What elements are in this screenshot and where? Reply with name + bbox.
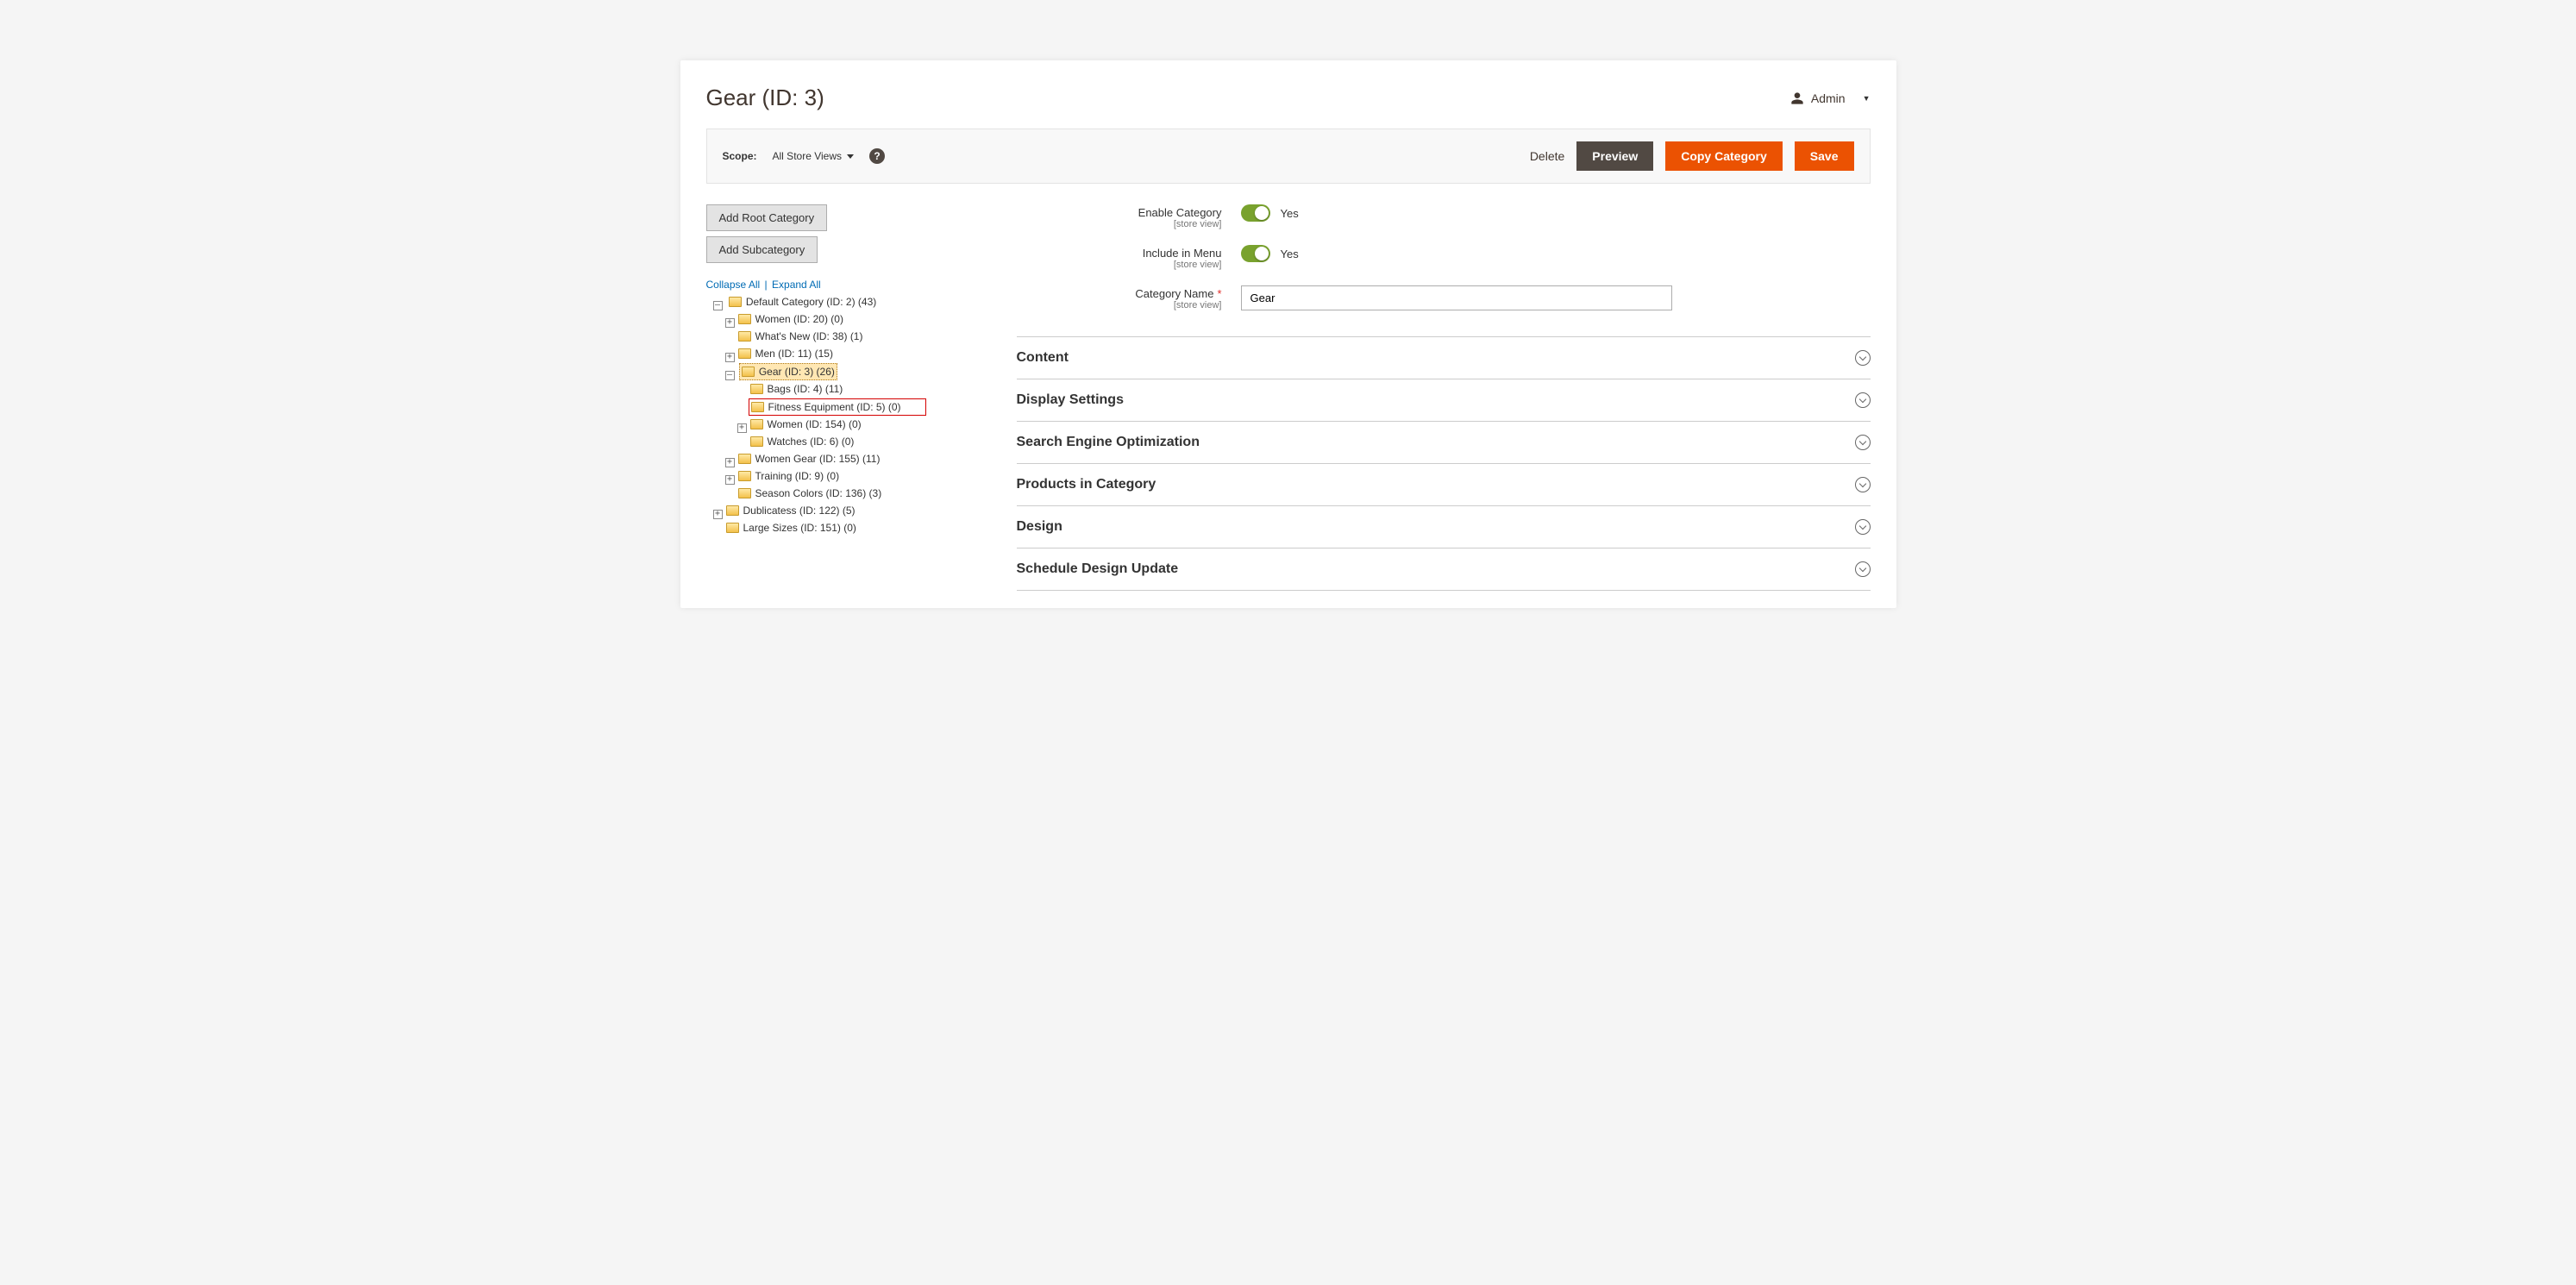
folder-icon	[738, 348, 751, 359]
main: Enable Category [store view] Yes Include…	[1017, 204, 1871, 591]
folder-icon	[750, 419, 763, 429]
folder-icon	[738, 488, 751, 498]
enable-category-row: Enable Category [store view] Yes	[1017, 204, 1871, 229]
chevron-down-icon	[1855, 477, 1871, 492]
chevron-down-icon	[1855, 561, 1871, 577]
store-view-note: [store view]	[1017, 219, 1222, 229]
enable-category-label: Enable Category	[1138, 206, 1222, 219]
tree-node-season-colors[interactable]: Season Colors (ID: 136) (3)	[736, 486, 884, 501]
enable-category-toggle[interactable]	[1241, 204, 1270, 222]
content: Add Root Category Add Subcategory Collap…	[680, 184, 1896, 591]
folder-icon	[726, 505, 739, 516]
folder-icon	[738, 331, 751, 342]
include-in-menu-label: Include in Menu	[1143, 247, 1222, 260]
expand-all-link[interactable]: Expand All	[772, 279, 821, 291]
fieldset-display-settings[interactable]: Display Settings	[1017, 379, 1871, 421]
tree-node-default-category[interactable]: Default Category (ID: 2) (43)	[727, 294, 878, 310]
folder-icon	[738, 471, 751, 481]
page-wrapper: Gear (ID: 3) Admin ▼ Scope: All Store Vi…	[680, 60, 1896, 608]
tree-toggle[interactable]: +	[713, 510, 723, 519]
page-header: Gear (ID: 3) Admin ▼	[680, 60, 1896, 128]
include-in-menu-toggle[interactable]	[1241, 245, 1270, 262]
fieldset-products-in-category[interactable]: Products in Category	[1017, 463, 1871, 505]
chevron-down-icon	[1855, 350, 1871, 366]
fieldset-content[interactable]: Content	[1017, 336, 1871, 379]
tree-node-bags[interactable]: Bags (ID: 4) (11)	[749, 381, 845, 397]
admin-user-label: Admin	[1811, 91, 1846, 105]
tree-node-dublicatess[interactable]: Dublicatess (ID: 122) (5)	[724, 503, 857, 518]
include-in-menu-row: Include in Menu [store view] Yes	[1017, 245, 1871, 270]
tree-node-women-sub[interactable]: Women (ID: 154) (0)	[749, 417, 863, 432]
folder-icon	[729, 297, 742, 307]
caret-down-icon: ▼	[1863, 94, 1871, 103]
chevron-down-icon	[1855, 435, 1871, 450]
store-view-note: [store view]	[1017, 300, 1222, 310]
tree-node-whats-new[interactable]: What's New (ID: 38) (1)	[736, 329, 865, 344]
chevron-down-icon	[1855, 519, 1871, 535]
fieldsets: Content Display Settings Search Engine O…	[1017, 336, 1871, 591]
folder-icon	[751, 402, 764, 412]
copy-category-button[interactable]: Copy Category	[1665, 141, 1783, 171]
collapse-all-link[interactable]: Collapse All	[706, 279, 761, 291]
add-subcategory-button[interactable]: Add Subcategory	[706, 236, 818, 263]
tree-toggle[interactable]: +	[737, 423, 747, 433]
scope-label: Scope:	[723, 150, 757, 162]
folder-icon	[750, 436, 763, 447]
toolbar: Scope: All Store Views ? Delete Preview …	[706, 128, 1871, 184]
tree-toggle[interactable]: +	[725, 475, 735, 485]
delete-button[interactable]: Delete	[1530, 149, 1564, 163]
toolbar-right: Delete Preview Copy Category Save	[1530, 141, 1854, 171]
category-name-input[interactable]	[1241, 285, 1672, 310]
tree-node-fitness-equipment[interactable]: Fitness Equipment (ID: 5) (0)	[749, 398, 926, 416]
tree-node-large-sizes[interactable]: Large Sizes (ID: 151) (0)	[724, 520, 858, 536]
tree-node-women-gear[interactable]: Women Gear (ID: 155) (11)	[736, 451, 882, 467]
folder-icon	[738, 314, 751, 324]
tree-toggle[interactable]: +	[725, 353, 735, 362]
separator: |	[765, 279, 768, 291]
user-icon	[1790, 91, 1804, 105]
tree-toggle[interactable]: +	[725, 318, 735, 328]
tree-node-gear[interactable]: Gear (ID: 3) (26)	[739, 363, 837, 380]
page-title: Gear (ID: 3)	[706, 85, 824, 111]
preview-button[interactable]: Preview	[1576, 141, 1653, 171]
tree-node-men[interactable]: Men (ID: 11) (15)	[736, 346, 835, 361]
tree-toggle[interactable]: +	[725, 458, 735, 467]
tree-toggle[interactable]: –	[713, 301, 723, 310]
tree-actions: Collapse All | Expand All	[706, 279, 1000, 291]
enable-category-value: Yes	[1281, 207, 1299, 220]
admin-user-menu[interactable]: Admin ▼	[1790, 91, 1871, 105]
folder-icon	[750, 384, 763, 394]
tree-node-training[interactable]: Training (ID: 9) (0)	[736, 468, 842, 484]
fieldset-design[interactable]: Design	[1017, 505, 1871, 548]
save-button[interactable]: Save	[1795, 141, 1854, 171]
folder-icon	[738, 454, 751, 464]
fieldset-schedule-design-update[interactable]: Schedule Design Update	[1017, 548, 1871, 591]
store-view-note: [store view]	[1017, 260, 1222, 270]
folder-icon	[726, 523, 739, 533]
scope-selector[interactable]: All Store Views	[773, 150, 854, 162]
chevron-down-icon	[1855, 392, 1871, 408]
add-root-category-button[interactable]: Add Root Category	[706, 204, 828, 231]
tree-node-watches[interactable]: Watches (ID: 6) (0)	[749, 434, 856, 449]
sidebar: Add Root Category Add Subcategory Collap…	[706, 204, 1000, 591]
fieldset-seo[interactable]: Search Engine Optimization	[1017, 421, 1871, 463]
category-name-label: Category Name	[1135, 287, 1213, 300]
required-star: *	[1217, 287, 1221, 300]
category-tree: – Default Category (ID: 2) (43) +Women (…	[706, 294, 1000, 537]
category-name-row: Category Name * [store view]	[1017, 285, 1871, 310]
tree-node-women[interactable]: Women (ID: 20) (0)	[736, 311, 845, 327]
tree-toggle[interactable]: –	[725, 371, 735, 380]
include-in-menu-value: Yes	[1281, 248, 1299, 260]
help-icon[interactable]: ?	[869, 148, 885, 164]
toolbar-left: Scope: All Store Views ?	[723, 148, 886, 164]
folder-icon	[742, 367, 755, 377]
